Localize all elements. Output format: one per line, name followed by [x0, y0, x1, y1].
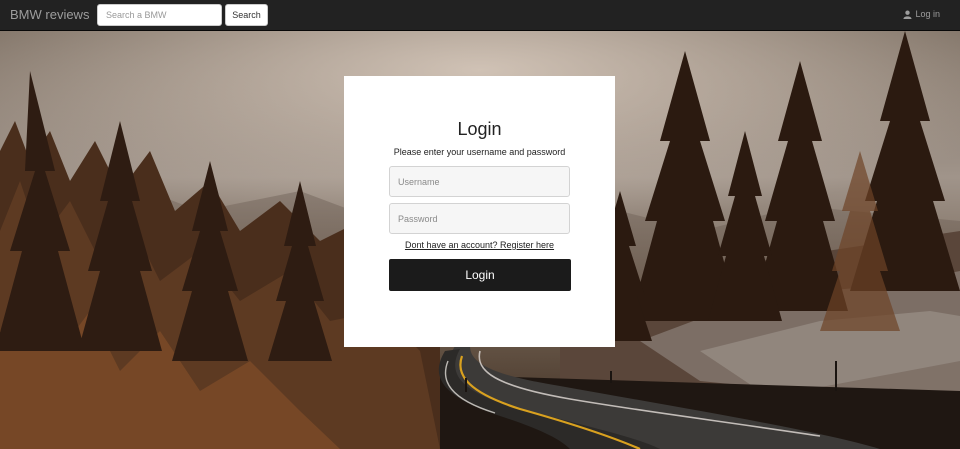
login-button[interactable]: Login — [389, 259, 571, 291]
register-link[interactable]: Dont have an account? Register here — [344, 240, 615, 250]
search-input[interactable] — [97, 4, 222, 26]
password-field[interactable] — [389, 203, 570, 234]
search-button[interactable]: Search — [225, 4, 268, 26]
brand-link[interactable]: BMW reviews — [10, 7, 89, 22]
login-title: Login — [457, 119, 502, 139]
login-link[interactable]: Log in — [903, 9, 940, 19]
login-link-label: Log in — [915, 9, 940, 19]
login-subtitle: Please enter your username and password — [393, 147, 566, 157]
user-icon — [903, 10, 913, 19]
login-card: Login Please enter your username and pas… — [344, 76, 615, 347]
username-field[interactable] — [389, 166, 570, 197]
top-navbar: BMW reviews Search Log in — [0, 0, 960, 31]
